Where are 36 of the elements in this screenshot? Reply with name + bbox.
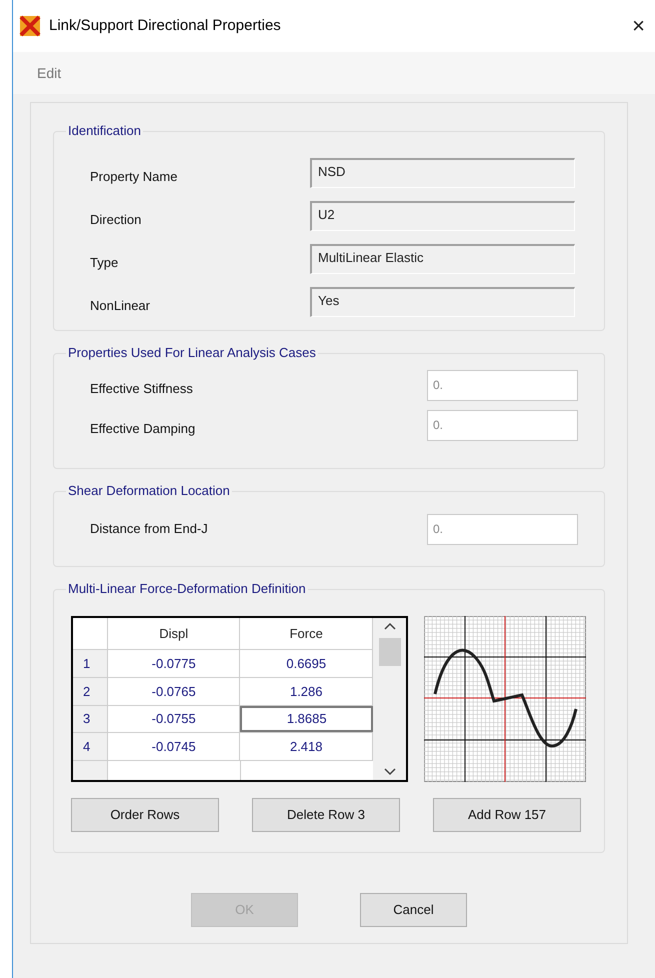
input-field[interactable]: 0. <box>427 370 578 400</box>
menu-item[interactable]: Edit <box>37 62 62 84</box>
close-button[interactable]: × <box>628 15 649 37</box>
table-cell[interactable]: -0.0765 <box>108 678 240 705</box>
field-label: Type <box>89 254 120 272</box>
table-cell[interactable]: -0.0775 <box>108 650 240 678</box>
table-cell[interactable]: 1.8685 <box>240 706 373 732</box>
field-label: NonLinear <box>89 297 151 316</box>
window-title: Link/Support Directional Properties <box>49 16 281 36</box>
field-label: Effective Damping <box>89 420 196 438</box>
scrollbar[interactable] <box>373 618 406 780</box>
column-header: Displ <box>108 618 240 650</box>
row-number: 2 <box>73 678 108 705</box>
scroll-up-icon[interactable] <box>384 622 396 630</box>
field-label: Property Name <box>89 168 178 186</box>
read-only-field: U2 <box>310 201 575 231</box>
table-cell[interactable]: -0.0745 <box>108 733 240 760</box>
input-field[interactable]: 0. <box>427 410 578 440</box>
action-button[interactable]: Order Rows <box>71 798 219 832</box>
row-number: 4 <box>73 733 108 760</box>
read-only-field: Yes <box>310 287 575 317</box>
field-label: Distance from End-J <box>89 520 209 538</box>
row-number: 1 <box>73 650 108 678</box>
action-button[interactable]: Delete Row 3 <box>252 798 400 832</box>
dialog-button[interactable]: Cancel <box>360 893 467 927</box>
read-only-field: MultiLinear Elastic <box>310 244 575 274</box>
field-label: Effective Stiffness <box>89 380 194 398</box>
table-cell[interactable]: -0.0755 <box>108 706 240 732</box>
input-field[interactable]: 0. <box>427 514 578 544</box>
read-only-field: NSD <box>310 158 575 188</box>
row-number: 3 <box>73 706 108 732</box>
field-label: Direction <box>89 211 142 230</box>
action-button[interactable]: Add Row 157 <box>433 798 581 832</box>
scroll-thumb[interactable] <box>378 638 400 666</box>
scroll-down-icon[interactable] <box>384 768 396 776</box>
app-logo-icon <box>19 15 41 37</box>
